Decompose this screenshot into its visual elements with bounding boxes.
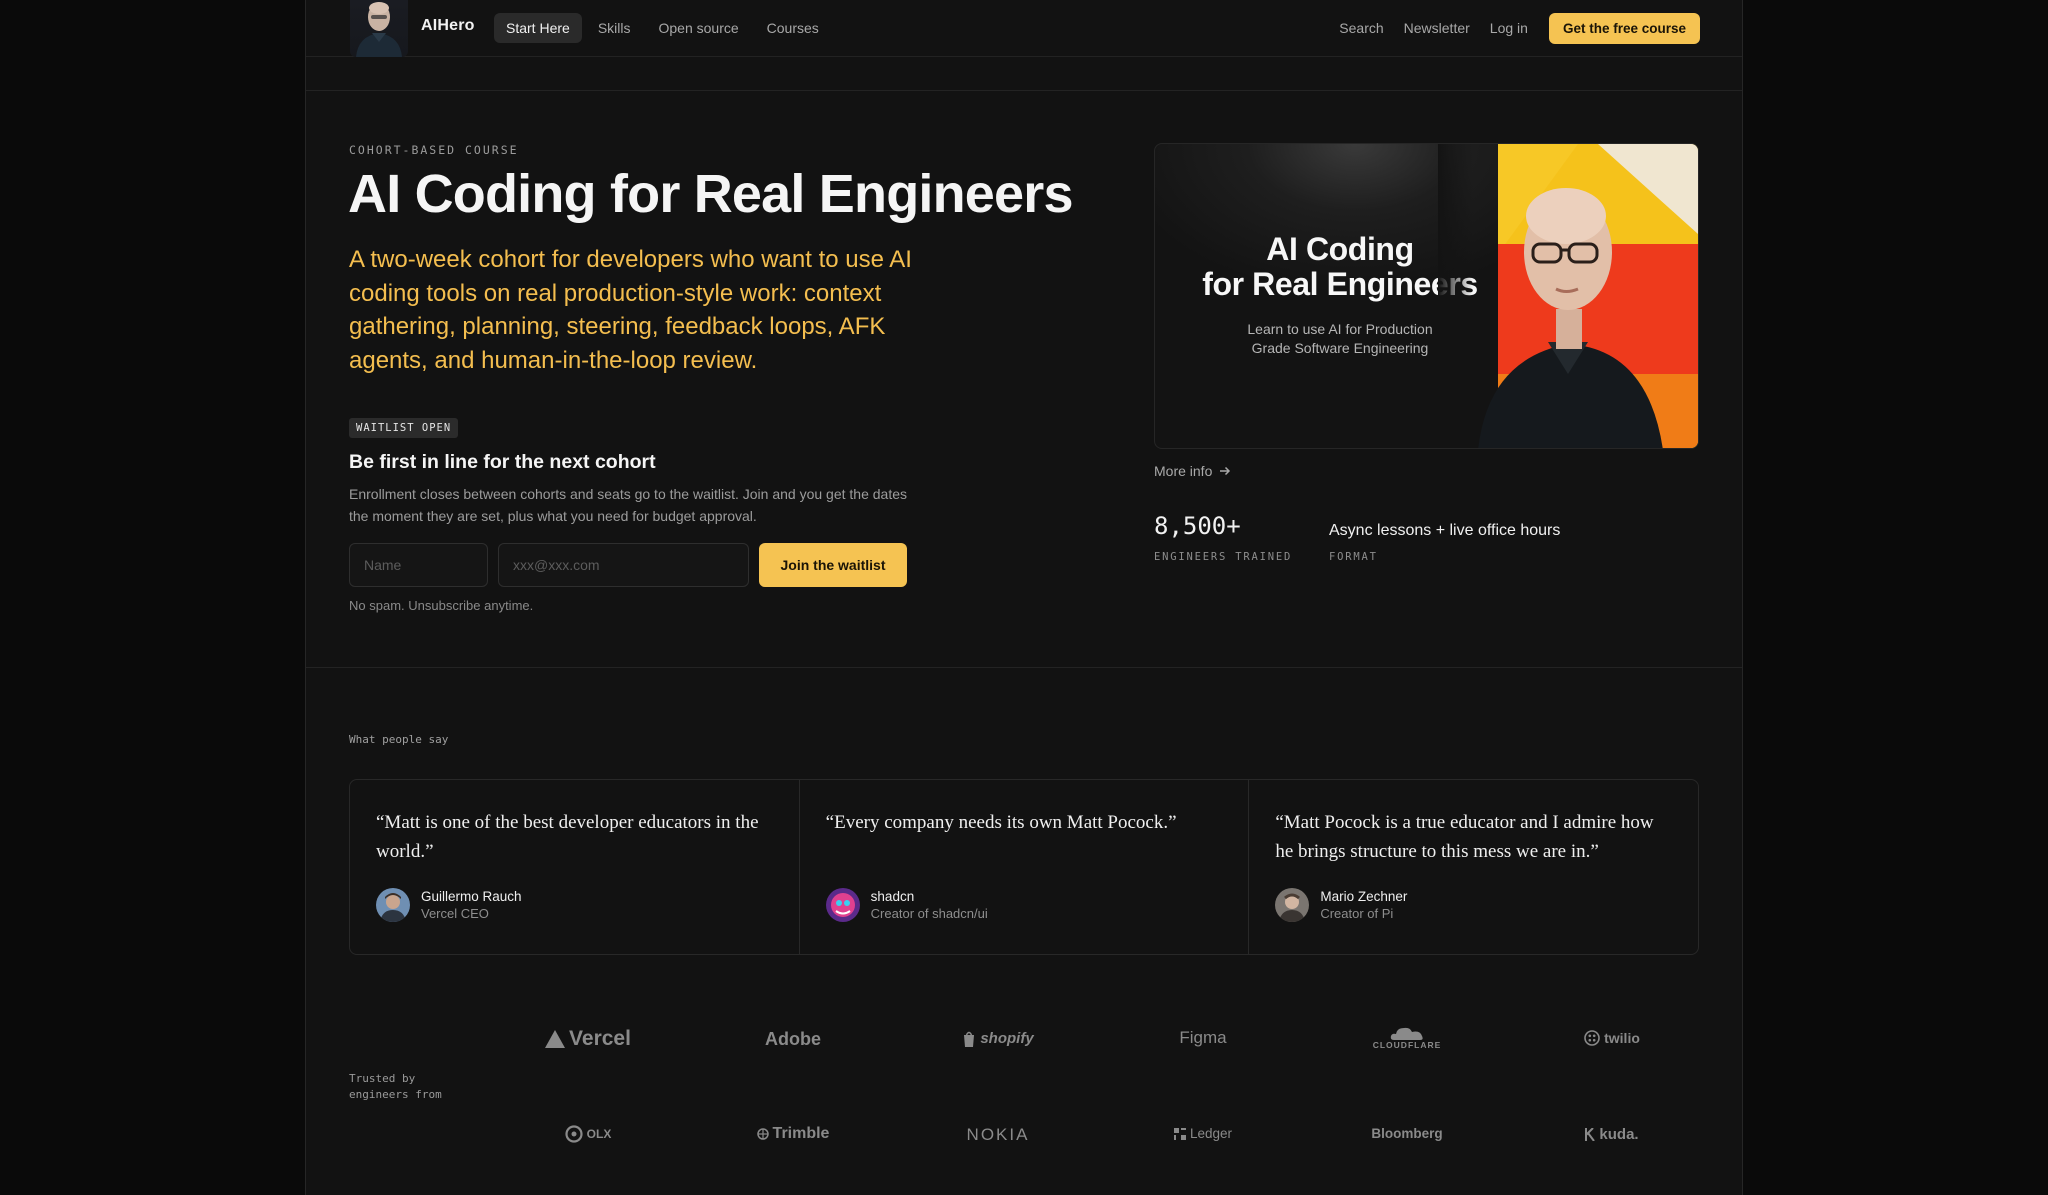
brand-avatar[interactable] [350, 0, 408, 57]
testimonial-quote: “Matt Pocock is a true educator and I ad… [1275, 812, 1654, 862]
page-frame: AIHero Start Here Skills Open source Cou… [305, 0, 1743, 1195]
testimonials-grid: “Matt is one of the best developer educa… [349, 779, 1699, 955]
course-card[interactable]: AI Coding for Real Engineers Learn to us… [1154, 143, 1699, 449]
testimonials-heading: What people say [349, 733, 449, 746]
olx-icon [565, 1125, 583, 1143]
logo-ledger-text: Ledger [1189, 1126, 1233, 1141]
testimonial-author: Mario Zechner Creator of Pi [1275, 888, 1407, 922]
logo-nokia-text: NOKIA [966, 1125, 1030, 1144]
logo-trimble: Trimble [718, 1125, 868, 1143]
logo-nokia: NOKIA [923, 1125, 1073, 1145]
logo-ledger: Ledger [1128, 1126, 1278, 1141]
shopify-bag-icon [964, 1031, 975, 1047]
page-title: AI Coding for Real Engineers [348, 164, 1074, 224]
cohort-heading: Be first in line for the next cohort [349, 451, 656, 473]
waitlist-badge: WAITLIST OPEN [349, 418, 459, 438]
no-spam-note: No spam. Unsubscribe anytime. [349, 598, 534, 613]
trusted-label: Trusted by engineers from [349, 1072, 442, 1101]
nav-open-source[interactable]: Open source [646, 13, 750, 43]
nav-links: Start Here Skills Open source Courses [494, 13, 831, 43]
join-waitlist-button[interactable]: Join the waitlist [759, 543, 907, 587]
testimonial-quote: “Matt is one of the best developer educa… [376, 812, 759, 862]
logo-figma-text: Figma [1179, 1028, 1227, 1047]
more-info-link[interactable]: More info [1154, 463, 1232, 479]
testimonial-card: “Matt is one of the best developer educa… [350, 780, 800, 954]
testimonial-author: Guillermo Rauch Vercel CEO [376, 888, 522, 922]
logo-vercel-text: Vercel [569, 1027, 631, 1050]
logo-trimble-text: Trimble [772, 1125, 830, 1142]
stat-format-value: Async lessons + live office hours [1329, 522, 1561, 539]
logo-vercel: Vercel [513, 1027, 663, 1051]
nav-courses[interactable]: Courses [755, 13, 831, 43]
logo-figma: Figma [1128, 1028, 1278, 1048]
vercel-triangle-icon [545, 1030, 566, 1048]
stat-format-label: FORMAT [1329, 551, 1378, 563]
logo-shopify: shopify [923, 1030, 1073, 1047]
avatar [1275, 888, 1310, 922]
logo-shopify-text: shopify [980, 1030, 1034, 1047]
nav-login[interactable]: Log in [1481, 12, 1537, 44]
nav-search[interactable]: Search [1330, 12, 1392, 44]
author-role: Vercel CEO [421, 906, 489, 921]
logo-cloudflare-text: CLOUDFLARE [1372, 1040, 1442, 1050]
nav-start-here[interactable]: Start Here [494, 13, 582, 43]
logo-cloudflare: CLOUDFLARE [1332, 1026, 1482, 1050]
kuda-icon [1585, 1128, 1596, 1141]
trimble-icon [756, 1128, 769, 1140]
logo-kuda: kuda. [1537, 1126, 1687, 1143]
author-role: Creator of Pi [1320, 906, 1394, 921]
arrow-right-icon [1220, 466, 1231, 476]
stat-engineers-value: 8,500+ [1154, 512, 1241, 540]
logo-bloomberg: Bloomberg [1332, 1126, 1482, 1141]
brand-name[interactable]: AIHero [421, 17, 475, 35]
divider [306, 667, 1742, 668]
author-role: Creator of shadcn/ui [870, 906, 988, 921]
more-info-label: More info [1154, 463, 1213, 479]
get-free-course-button[interactable]: Get the free course [1548, 12, 1700, 44]
logo-adobe: Adobe [718, 1029, 868, 1050]
logo-twilio-text: twilio [1604, 1030, 1640, 1046]
cohort-description: Enrollment closes between cohorts and se… [349, 486, 907, 524]
author-name: Mario Zechner [1320, 889, 1408, 904]
nav-newsletter[interactable]: Newsletter [1395, 12, 1479, 44]
nav-right: Search Newsletter Log in Get the free co… [1330, 12, 1700, 44]
instructor-photo [1438, 144, 1698, 448]
testimonial-card: “Matt Pocock is a true educator and I ad… [1249, 780, 1698, 954]
cloud-icon [1390, 1027, 1423, 1040]
hero-subtitle: A two-week cohort for developers who wan… [349, 246, 912, 374]
avatar [376, 888, 410, 922]
stat-engineers-label: ENGINEERS TRAINED [1154, 551, 1293, 563]
top-nav: AIHero Start Here Skills Open source Cou… [306, 0, 1742, 57]
nav-skills[interactable]: Skills [586, 13, 643, 43]
logo-olx: OLX [513, 1125, 663, 1143]
waitlist-form: Join the waitlist [349, 543, 907, 587]
author-name: shadcn [870, 889, 915, 904]
logo-olx-text: OLX [586, 1127, 612, 1141]
avatar [825, 888, 860, 922]
name-input[interactable] [349, 543, 488, 587]
ledger-icon [1173, 1127, 1186, 1140]
hero-eyebrow: COHORT-BASED COURSE [349, 143, 519, 157]
divider [306, 90, 1742, 91]
logo-kuda-text: kuda. [1599, 1126, 1639, 1143]
twilio-icon [1584, 1030, 1600, 1046]
testimonial-author: shadcn Creator of shadcn/ui [825, 888, 988, 922]
testimonial-quote: “Every company needs its own Matt Pocock… [825, 812, 1177, 833]
email-input[interactable] [498, 543, 749, 587]
author-name: Guillermo Rauch [421, 889, 522, 904]
logo-adobe-text: Adobe [765, 1029, 821, 1049]
logo-bloomberg-text: Bloomberg [1371, 1126, 1443, 1141]
logo-twilio: twilio [1537, 1030, 1687, 1046]
testimonial-card: “Every company needs its own Matt Pocock… [800, 780, 1250, 954]
